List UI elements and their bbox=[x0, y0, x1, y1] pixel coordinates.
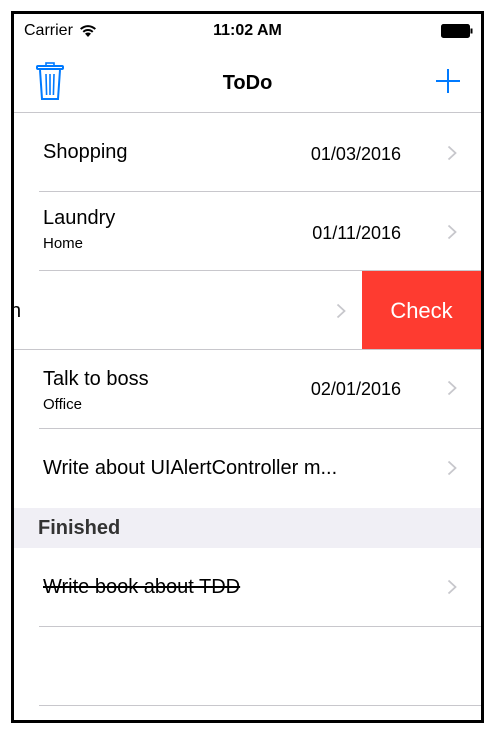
todo-title: Talk to boss bbox=[43, 368, 149, 390]
todo-row-shopping[interactable]: Shopping 01/03/2016 bbox=[14, 113, 481, 192]
finished-row-write-book[interactable]: Write book about TDD bbox=[14, 548, 481, 627]
todo-title: h bbox=[14, 300, 21, 323]
todo-row-laundry[interactable]: Laundry Home 01/11/2016 bbox=[14, 192, 481, 271]
finished-todo-title: Write book about TDD bbox=[43, 576, 241, 598]
chevron-right-icon bbox=[447, 145, 457, 161]
plus-icon[interactable] bbox=[435, 68, 461, 94]
todo-location: Home bbox=[43, 235, 84, 252]
todo-date: 01/11/2016 bbox=[312, 223, 401, 243]
todo-row-swiped[interactable]: h Check bbox=[14, 271, 481, 350]
todo-title: Laundry bbox=[43, 207, 116, 229]
todo-row-talk-to-boss[interactable]: Talk to boss Office 02/01/2016 bbox=[14, 350, 481, 429]
chevron-right-icon bbox=[447, 380, 457, 396]
chevron-right-icon bbox=[447, 460, 457, 476]
section-header-finished: Finished bbox=[14, 508, 481, 548]
todo-location: Office bbox=[43, 396, 82, 413]
chevron-right-icon bbox=[336, 303, 346, 319]
chevron-right-icon bbox=[447, 224, 457, 240]
app-frame: Carrier 11:02 AM ToDo Shopping 01/03/201… bbox=[11, 11, 484, 723]
status-time: 11:02 AM bbox=[213, 22, 282, 39]
empty-row bbox=[14, 627, 481, 706]
battery-icon bbox=[441, 24, 473, 38]
navigation-bar: ToDo bbox=[14, 56, 481, 113]
todo-title: Write about UIAlertController m... bbox=[43, 457, 338, 479]
todo-list: Shopping 01/03/2016 Laundry Home 01/11/2… bbox=[14, 113, 481, 706]
check-action-button[interactable]: Check bbox=[362, 271, 481, 350]
todo-title: Shopping bbox=[43, 141, 128, 163]
section-title: Finished bbox=[38, 517, 121, 539]
todo-row-write-about-uialertcontroller[interactable]: Write about UIAlertController m... bbox=[14, 429, 481, 508]
todo-date: 01/03/2016 bbox=[310, 144, 401, 164]
todo-date: 02/01/2016 bbox=[310, 379, 401, 399]
status-bar: Carrier 11:02 AM bbox=[14, 14, 481, 56]
swiped-row-content[interactable]: h bbox=[14, 271, 137, 350]
page-title: ToDo bbox=[222, 72, 273, 94]
chevron-right-icon bbox=[447, 579, 457, 595]
row-separator bbox=[39, 705, 481, 706]
